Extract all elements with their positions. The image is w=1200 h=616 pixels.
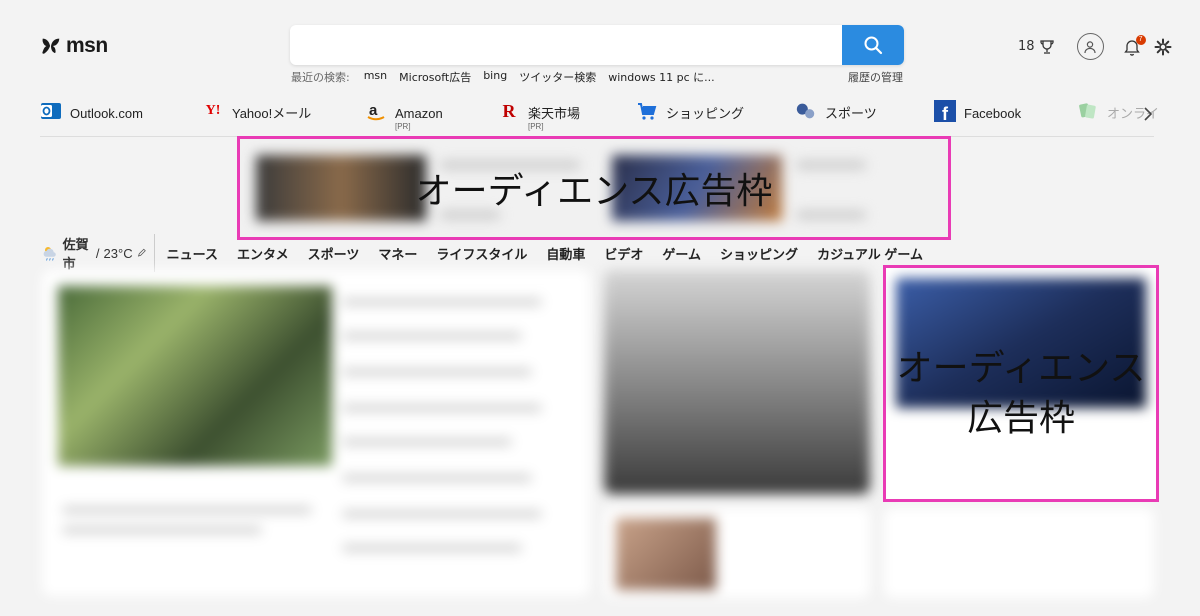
quicklink-shopping[interactable]: ショッピング bbox=[636, 100, 744, 128]
category-video[interactable]: ビデオ bbox=[604, 244, 643, 263]
recent-label: 最近の検索: bbox=[291, 71, 350, 84]
search-box bbox=[290, 25, 904, 65]
weather-city: 佐賀市 bbox=[62, 237, 89, 271]
recent-item[interactable]: msn bbox=[364, 69, 387, 85]
recent-searches: 最近の検索: msn Microsoft広告 bing ツイッター検索 wind… bbox=[291, 69, 903, 85]
search-input[interactable] bbox=[290, 25, 842, 65]
pr-tag: [PR] bbox=[395, 122, 411, 131]
svg-text:a: a bbox=[369, 102, 378, 119]
msn-logo[interactable]: msn bbox=[40, 34, 108, 58]
quicklink-outlook[interactable]: Outlook.com bbox=[40, 100, 143, 128]
weather-temp: 23°C bbox=[103, 245, 133, 261]
category-entertainment[interactable]: エンタメ bbox=[237, 244, 289, 263]
pencil-icon[interactable] bbox=[137, 247, 146, 259]
quicklink-label: Yahoo!メール bbox=[232, 106, 312, 121]
yahoo-icon: Y! bbox=[205, 103, 221, 118]
user-icon bbox=[1084, 40, 1096, 53]
outlook-icon bbox=[40, 100, 62, 122]
notification-badge: 7 bbox=[1135, 34, 1146, 45]
header-tools: 18 7 bbox=[1018, 33, 1172, 60]
category-nav: 佐賀市 / 23°C ニュース エンタメ スポーツ マネー ライフスタイル 自動… bbox=[42, 234, 942, 272]
featured-photo-card[interactable] bbox=[604, 270, 870, 494]
quicklink-label: スポーツ bbox=[825, 106, 877, 121]
search-button[interactable] bbox=[842, 25, 904, 65]
category-casual-games[interactable]: カジュアル ゲーム bbox=[817, 244, 923, 263]
quicklink-rakuten[interactable]: R 楽天市場 [PR] bbox=[498, 100, 581, 132]
top-stories-card[interactable] bbox=[42, 270, 590, 596]
ad-slot-label-line: オーディエンス bbox=[896, 348, 1146, 389]
news-card[interactable] bbox=[604, 508, 870, 598]
cart-icon bbox=[636, 100, 658, 122]
category-news[interactable]: ニュース bbox=[167, 244, 218, 263]
butterfly-icon bbox=[42, 38, 60, 54]
quicklink-facebook[interactable]: f Facebook bbox=[934, 100, 1021, 128]
rakuten-icon: R bbox=[502, 100, 516, 121]
chevron-right-icon[interactable] bbox=[1142, 106, 1154, 122]
category-autos[interactable]: 自動車 bbox=[546, 244, 585, 263]
sports-icon bbox=[795, 100, 817, 122]
recent-item[interactable]: bing bbox=[483, 69, 507, 85]
weather-cloud-icon bbox=[43, 246, 56, 261]
facebook-icon: f bbox=[934, 100, 956, 122]
quicklink-label: Outlook.com bbox=[70, 106, 143, 121]
quicklink-amazon[interactable]: a Amazon [PR] bbox=[365, 100, 443, 131]
logo-text: msn bbox=[66, 34, 108, 57]
pr-tag: [PR] bbox=[528, 122, 544, 131]
recent-item[interactable]: windows 11 pc に... bbox=[608, 69, 714, 85]
category-shopping[interactable]: ショッピング bbox=[720, 244, 798, 263]
ad-slot-label-line: 広告枠 bbox=[966, 398, 1075, 439]
amazon-icon: a bbox=[365, 100, 387, 122]
weather-widget[interactable]: 佐賀市 / 23°C bbox=[42, 234, 155, 272]
category-games[interactable]: ゲーム bbox=[662, 244, 701, 263]
quicklink-yahoo-mail[interactable]: Y! Yahoo!メール bbox=[202, 100, 312, 128]
audience-ad-slot-side[interactable]: オーディエンス 広告枠 bbox=[883, 265, 1159, 502]
category-money[interactable]: マネー bbox=[378, 244, 417, 263]
profile-avatar[interactable] bbox=[1076, 33, 1104, 60]
category-lifestyle[interactable]: ライフスタイル bbox=[436, 244, 527, 263]
category-sports[interactable]: スポーツ bbox=[308, 244, 360, 263]
quicklink-sports[interactable]: スポーツ bbox=[795, 100, 877, 128]
gear-icon[interactable] bbox=[1154, 38, 1172, 56]
audience-ad-slot-top[interactable]: オーディエンス広告枠 bbox=[237, 136, 951, 240]
ad-slot-label: オーディエンス広告枠 bbox=[415, 171, 773, 212]
games-icon bbox=[1077, 100, 1099, 122]
search-icon bbox=[864, 36, 883, 55]
quicklink-label: ショッピング bbox=[666, 106, 745, 121]
recent-item[interactable]: Microsoft広告 bbox=[399, 69, 471, 85]
weather-separator: / bbox=[95, 245, 100, 261]
quicklink-label: Facebook bbox=[964, 106, 1022, 121]
trophy-icon[interactable] bbox=[1039, 39, 1055, 55]
svg-text:f: f bbox=[942, 104, 949, 122]
manage-history-link[interactable]: 履歴の管理 bbox=[848, 69, 903, 85]
ad-slot-label: オーディエンス 広告枠 bbox=[886, 344, 1156, 444]
notifications-button[interactable]: 7 bbox=[1123, 34, 1146, 56]
news-card[interactable] bbox=[884, 508, 1154, 598]
recent-item[interactable]: ツイッター検索 bbox=[519, 69, 596, 85]
rewards-points[interactable]: 18 bbox=[1018, 39, 1035, 54]
quick-links-bar: Outlook.com Y! Yahoo!メール a Amazon [PR] R… bbox=[40, 100, 1159, 137]
